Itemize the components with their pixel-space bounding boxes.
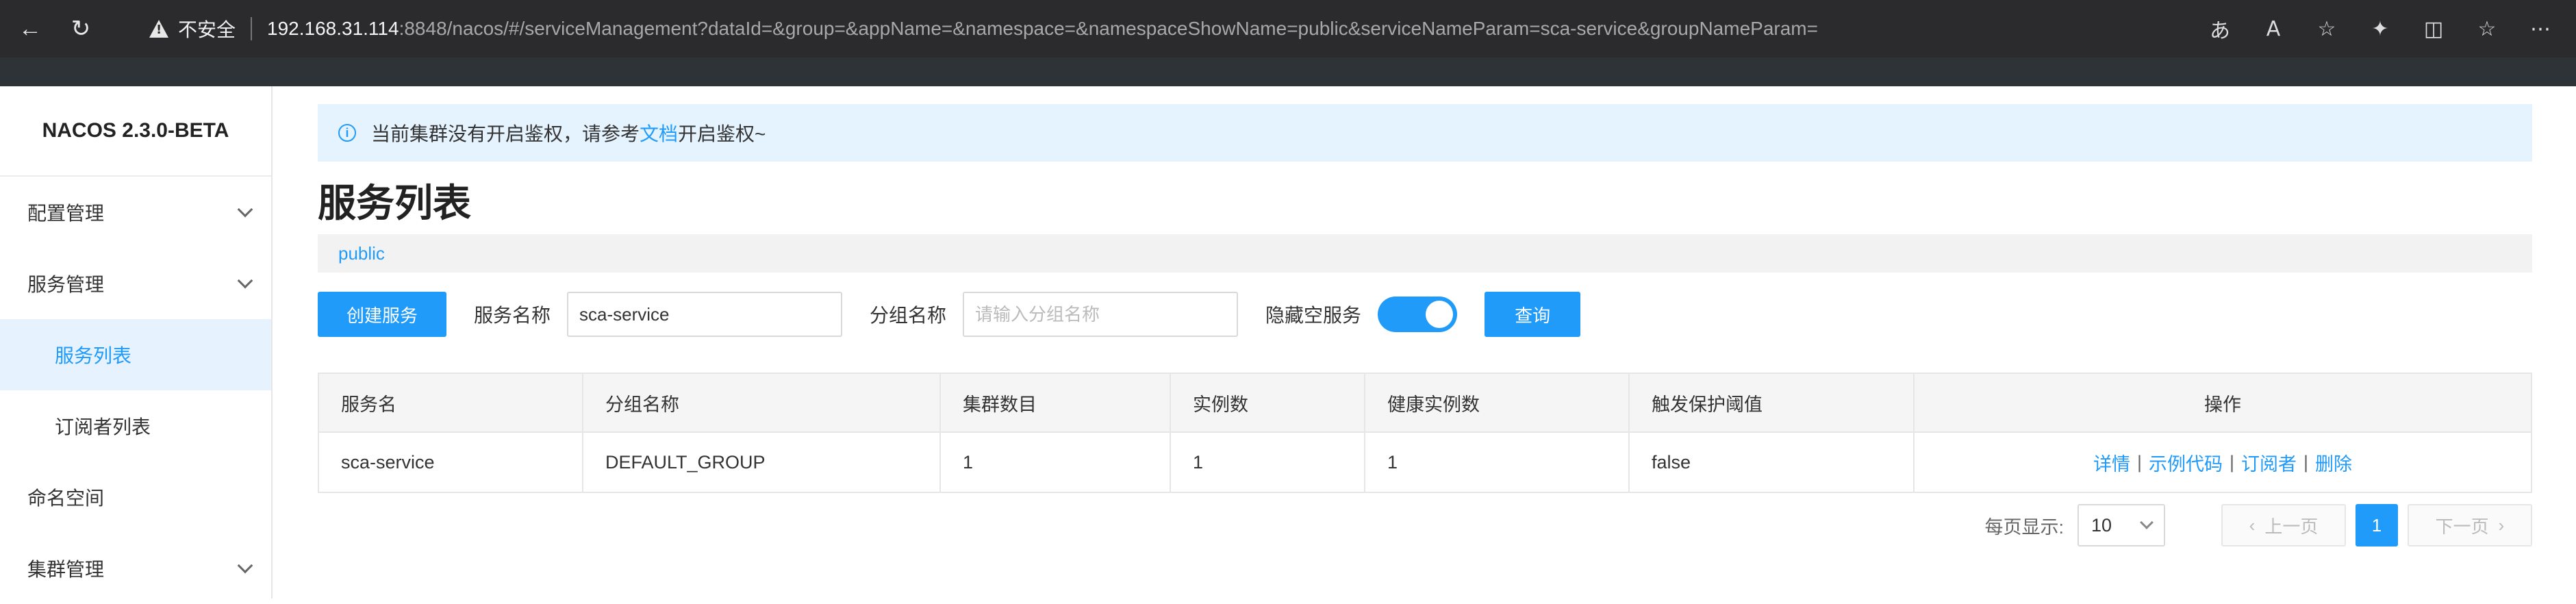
per-page-value: 10 [2091, 514, 2112, 536]
sidebar-item-label: 订阅者列表 [55, 416, 151, 438]
browser-actions: あ A ☆ ✦ ◫ ☆ ⋯ [2205, 0, 2555, 58]
sidebar-item-label: 服务管理 [27, 274, 105, 295]
sidebar-item-subscriber-list[interactable]: 订阅者列表 [0, 390, 271, 462]
create-service-button[interactable]: 创建服务 [318, 292, 447, 337]
security-label: 不安全 [178, 18, 236, 41]
next-page-label: 下一页 [2435, 516, 2489, 537]
delete-link[interactable]: 删除 [2315, 449, 2352, 476]
favorite-star-icon[interactable]: ☆ [2312, 17, 2342, 41]
per-page-label: 每页显示: [1984, 516, 2064, 538]
auth-notice: i 当前集群没有开启鉴权，请参考 文档 开启鉴权~ [318, 104, 2532, 162]
table-header: 服务名 分组名称 集群数目 实例数 健康实例数 触发保护阈值 操作 [319, 374, 2531, 433]
separator: | [2303, 451, 2309, 473]
docs-link[interactable]: 文档 [640, 119, 678, 147]
sidebar-item-label: 服务列表 [55, 345, 132, 366]
notice-text-after: 开启鉴权~ [678, 123, 766, 144]
sidebar: NACOS 2.3.0-BETA 配置管理 服务管理 服务列表 订阅者列表 命名… [0, 86, 273, 599]
cell-protect-threshold: false [1630, 433, 1915, 492]
brand-logo: NACOS 2.3.0-BETA [0, 86, 271, 177]
info-icon: i [338, 124, 356, 142]
sidebar-item-namespace[interactable]: 命名空间 [0, 462, 271, 533]
column-header: 服务名 [319, 374, 583, 431]
favorites-icon[interactable]: ☆ [2472, 17, 2502, 41]
table-row: sca-service DEFAULT_GROUP 1 1 1 false 详情… [319, 433, 2531, 492]
details-link[interactable]: 详情 [2093, 449, 2130, 476]
column-header: 操作 [2204, 394, 2241, 415]
hide-empty-toggle[interactable] [1378, 297, 1458, 332]
next-page-button[interactable]: 下一页 › [2408, 504, 2532, 546]
chevron-down-icon [237, 557, 253, 574]
sidebar-item-config-management[interactable]: 配置管理 [0, 177, 271, 248]
warning-icon [149, 20, 168, 38]
page-title: 服务列表 [318, 181, 471, 225]
column-header: 触发保护阈值 [1630, 374, 1915, 431]
cell-healthy-count: 1 [1365, 433, 1630, 492]
sidebar-item-label: 配置管理 [27, 203, 105, 224]
page-number-current[interactable]: 1 [2356, 504, 2398, 546]
group-name-input[interactable] [963, 292, 1239, 337]
search-toolbar: 创建服务 服务名称 分组名称 隐藏空服务 查询 [318, 292, 1581, 337]
namespace-tab-public[interactable]: public [338, 243, 385, 264]
reload-icon[interactable]: ↻ [60, 8, 101, 49]
cell-service-name: sca-service [319, 433, 583, 492]
split-screen-icon[interactable]: ◫ [2419, 17, 2449, 41]
sidebar-item-cluster-management[interactable]: 集群管理 [0, 533, 271, 604]
cell-instance-count: 1 [1171, 433, 1365, 492]
pagination: 每页显示: 10 ‹ 上一页 1 下一页 › [1984, 504, 2532, 546]
url-host: 192.168.31.114 [267, 18, 399, 39]
chevron-left-icon: ‹ [2249, 514, 2256, 536]
cell-group-name: DEFAULT_GROUP [583, 433, 941, 492]
divider [251, 17, 253, 40]
cell-operations: 详情 | 示例代码 | 订阅者 | 删除 [1915, 433, 2531, 492]
sidebar-item-service-management[interactable]: 服务管理 [0, 248, 271, 319]
more-icon[interactable]: ⋯ [2525, 17, 2555, 41]
toggle-knob [1426, 301, 1454, 328]
column-header: 实例数 [1171, 374, 1365, 431]
extensions-icon[interactable]: ✦ [2365, 17, 2395, 41]
url-path: :8848/nacos/#/serviceManagement?dataId=&… [399, 18, 1818, 39]
service-table: 服务名 分组名称 集群数目 实例数 健康实例数 触发保护阈值 操作 sca-se… [318, 373, 2532, 493]
service-name-label: 服务名称 [474, 305, 551, 326]
subscribers-link[interactable]: 订阅者 [2241, 449, 2297, 476]
namespace-bar: public [318, 234, 2532, 273]
prev-page-label: 上一页 [2264, 516, 2319, 537]
cell-cluster-count: 1 [941, 433, 1171, 492]
translate-icon[interactable]: あ [2205, 14, 2235, 44]
group-name-label: 分组名称 [870, 305, 947, 326]
service-name-input[interactable] [567, 292, 843, 337]
address-bar[interactable]: 192.168.31.114:8848/nacos/#/serviceManag… [267, 18, 1818, 40]
chevron-down-icon [237, 201, 253, 218]
back-icon[interactable]: ← [10, 8, 51, 49]
column-header: 集群数目 [941, 374, 1171, 431]
read-aloud-icon[interactable]: A [2258, 17, 2288, 41]
column-header: 分组名称 [583, 374, 941, 431]
separator: | [2229, 451, 2234, 473]
chevron-down-icon [237, 273, 253, 289]
app-top-bar [0, 58, 2576, 86]
hide-empty-label: 隐藏空服务 [1265, 305, 1362, 326]
per-page-select[interactable]: 10 [2078, 504, 2165, 546]
chevron-down-icon [2140, 516, 2154, 529]
separator: | [2136, 451, 2142, 473]
browser-toolbar: ← ↻ 不安全 192.168.31.114:8848/nacos/#/serv… [0, 0, 2576, 58]
chevron-right-icon: › [2498, 514, 2505, 536]
sidebar-item-label: 集群管理 [27, 559, 105, 580]
main-content: i 当前集群没有开启鉴权，请参考 文档 开启鉴权~ 服务列表 public 创建服务… [318, 86, 2532, 599]
sidebar-item-label: 命名空间 [27, 488, 105, 509]
security-indicator[interactable]: 不安全 [149, 15, 236, 42]
column-header: 健康实例数 [1365, 374, 1630, 431]
query-button[interactable]: 查询 [1485, 292, 1581, 337]
sidebar-item-service-list[interactable]: 服务列表 [0, 319, 271, 390]
prev-page-button[interactable]: ‹ 上一页 [2221, 504, 2346, 546]
sample-code-link[interactable]: 示例代码 [2149, 449, 2223, 476]
notice-text-before: 当前集群没有开启鉴权，请参考 [371, 123, 640, 144]
